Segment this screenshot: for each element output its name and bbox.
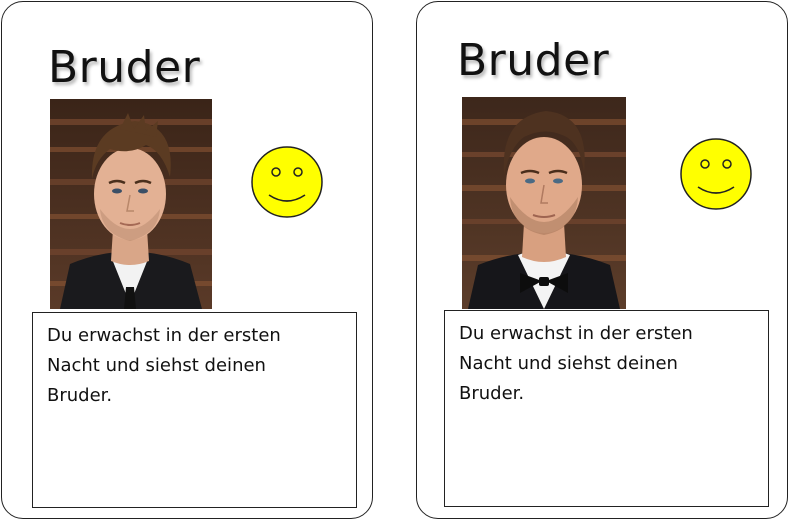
- role-card-1: Bruder Du erwachst in der ersten Nacht u…: [1, 1, 373, 519]
- card-description: Du erwachst in der ersten Nacht und sieh…: [459, 323, 693, 404]
- card-title: Bruder: [48, 42, 201, 93]
- card-description: Du erwachst in der ersten Nacht und sieh…: [47, 325, 281, 406]
- portrait-photo: [50, 99, 212, 309]
- card-description-box: Du erwachst in der ersten Nacht und sieh…: [444, 310, 769, 507]
- smiley-face-icon: [680, 138, 752, 210]
- portrait-photo: [462, 97, 626, 309]
- smiley-face-icon: [251, 146, 323, 218]
- card-description-box: Du erwachst in der ersten Nacht und sieh…: [32, 312, 357, 508]
- card-title: Bruder: [457, 35, 610, 86]
- role-card-2: Bruder Du erwachst in der ersten Nacht u…: [416, 1, 788, 519]
